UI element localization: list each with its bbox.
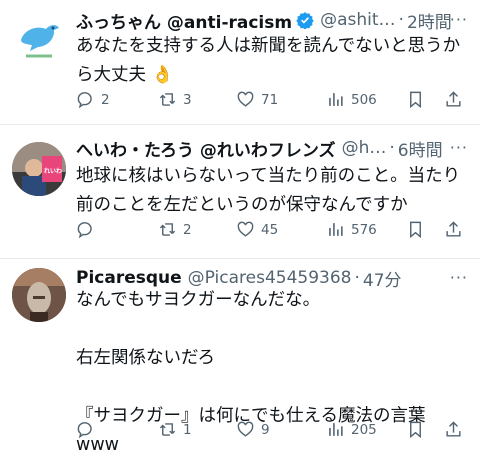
retweet-button[interactable]: 3 bbox=[158, 90, 192, 109]
view-count: 576 bbox=[351, 221, 377, 238]
share-button[interactable] bbox=[444, 420, 463, 439]
separator-dot: · bbox=[354, 268, 360, 288]
photo-avatar-icon bbox=[12, 268, 66, 322]
author-handle[interactable]: @Picares45459368 bbox=[188, 268, 352, 288]
action-bar: 2 3 71 506 bbox=[76, 90, 466, 114]
retweet-count: 1 bbox=[183, 421, 192, 438]
bookmark-button[interactable] bbox=[406, 90, 425, 109]
bookmark-icon bbox=[410, 221, 421, 239]
reply-button[interactable]: 2 bbox=[76, 90, 110, 109]
like-button[interactable]: 71 bbox=[236, 90, 278, 109]
avatar[interactable]: れいわ bbox=[12, 142, 66, 196]
bookmark-button[interactable] bbox=[406, 420, 425, 439]
separator-dot: · bbox=[389, 138, 395, 158]
retweet-button[interactable]: 2 bbox=[158, 220, 192, 239]
retweet-icon bbox=[159, 423, 176, 436]
share-icon bbox=[446, 91, 461, 107]
reply-icon bbox=[77, 222, 92, 239]
reply-icon bbox=[77, 92, 92, 109]
like-button[interactable]: 9 bbox=[236, 420, 270, 439]
author-handle[interactable]: @h… bbox=[342, 138, 387, 158]
author-name[interactable]: へいわ・たろう @れいわフレンズ bbox=[76, 136, 336, 161]
view-count: 506 bbox=[351, 91, 377, 108]
like-count: 71 bbox=[261, 91, 279, 108]
timestamp[interactable]: 6時間 bbox=[398, 136, 443, 161]
retweet-count: 3 bbox=[183, 91, 192, 108]
more-options-icon[interactable]: ··· bbox=[450, 10, 468, 29]
retweet-icon bbox=[159, 93, 176, 106]
retweet-button[interactable]: 1 bbox=[158, 420, 192, 439]
tweet-text: あなたを支持する人は新聞を読んでないと思うか ら大丈夫 👌 bbox=[76, 36, 461, 85]
tweet[interactable]: Picaresque @Picares45459368 · 47分 ··· なん… bbox=[0, 258, 480, 455]
bookmark-icon bbox=[410, 91, 421, 109]
tweet[interactable]: ふっちゃん @anti-racism @ashit… · 2時間 ··· あなた… bbox=[0, 0, 480, 125]
like-icon bbox=[237, 221, 254, 237]
like-count: 9 bbox=[261, 421, 270, 438]
author-name[interactable]: Picaresque bbox=[76, 268, 182, 288]
action-bar: 2 45 576 bbox=[76, 220, 466, 244]
retweet-icon bbox=[159, 223, 176, 236]
avatar-sign-text: れいわ bbox=[44, 168, 63, 175]
tweet[interactable]: れいわ へいわ・たろう @れいわフレンズ @h… · 6時間 ··· 地球に核は… bbox=[0, 124, 480, 259]
author-name[interactable]: ふっちゃん @anti-racism bbox=[76, 8, 292, 33]
like-icon bbox=[237, 421, 254, 437]
views-button[interactable]: 576 bbox=[326, 220, 377, 239]
more-options-icon[interactable]: ··· bbox=[450, 268, 468, 287]
verified-badge-icon bbox=[296, 12, 314, 29]
like-icon bbox=[237, 91, 254, 107]
reply-count: 2 bbox=[101, 91, 110, 108]
share-icon bbox=[446, 421, 461, 437]
more-options-icon[interactable]: ··· bbox=[450, 138, 468, 157]
share-icon bbox=[446, 221, 461, 237]
action-bar: 1 9 205 bbox=[76, 420, 466, 444]
separator-dot: · bbox=[398, 10, 404, 30]
tweet-text: 地球に核はいらないって当たり前のこと。当たり 前のことを左だというのが保守なんで… bbox=[76, 166, 461, 215]
avatar[interactable] bbox=[12, 10, 66, 64]
share-button[interactable] bbox=[444, 90, 463, 109]
views-icon bbox=[329, 93, 343, 106]
like-count: 45 bbox=[261, 221, 279, 238]
like-button[interactable]: 45 bbox=[236, 220, 278, 239]
reply-button[interactable] bbox=[76, 420, 101, 439]
bookmark-button[interactable] bbox=[406, 220, 425, 239]
views-icon bbox=[329, 223, 343, 236]
bookmark-icon bbox=[410, 421, 421, 439]
bird-avatar-icon bbox=[12, 10, 66, 64]
views-button[interactable]: 205 bbox=[326, 420, 377, 439]
reply-button[interactable] bbox=[76, 220, 101, 239]
timestamp[interactable]: 2時間 bbox=[407, 8, 452, 33]
author-handle[interactable]: @ashit… bbox=[320, 10, 395, 30]
avatar[interactable] bbox=[12, 268, 66, 322]
retweet-count: 2 bbox=[183, 221, 192, 238]
views-icon bbox=[329, 423, 343, 436]
views-button[interactable]: 506 bbox=[326, 90, 377, 109]
view-count: 205 bbox=[351, 421, 377, 438]
share-button[interactable] bbox=[444, 220, 463, 239]
reply-icon bbox=[77, 422, 92, 439]
